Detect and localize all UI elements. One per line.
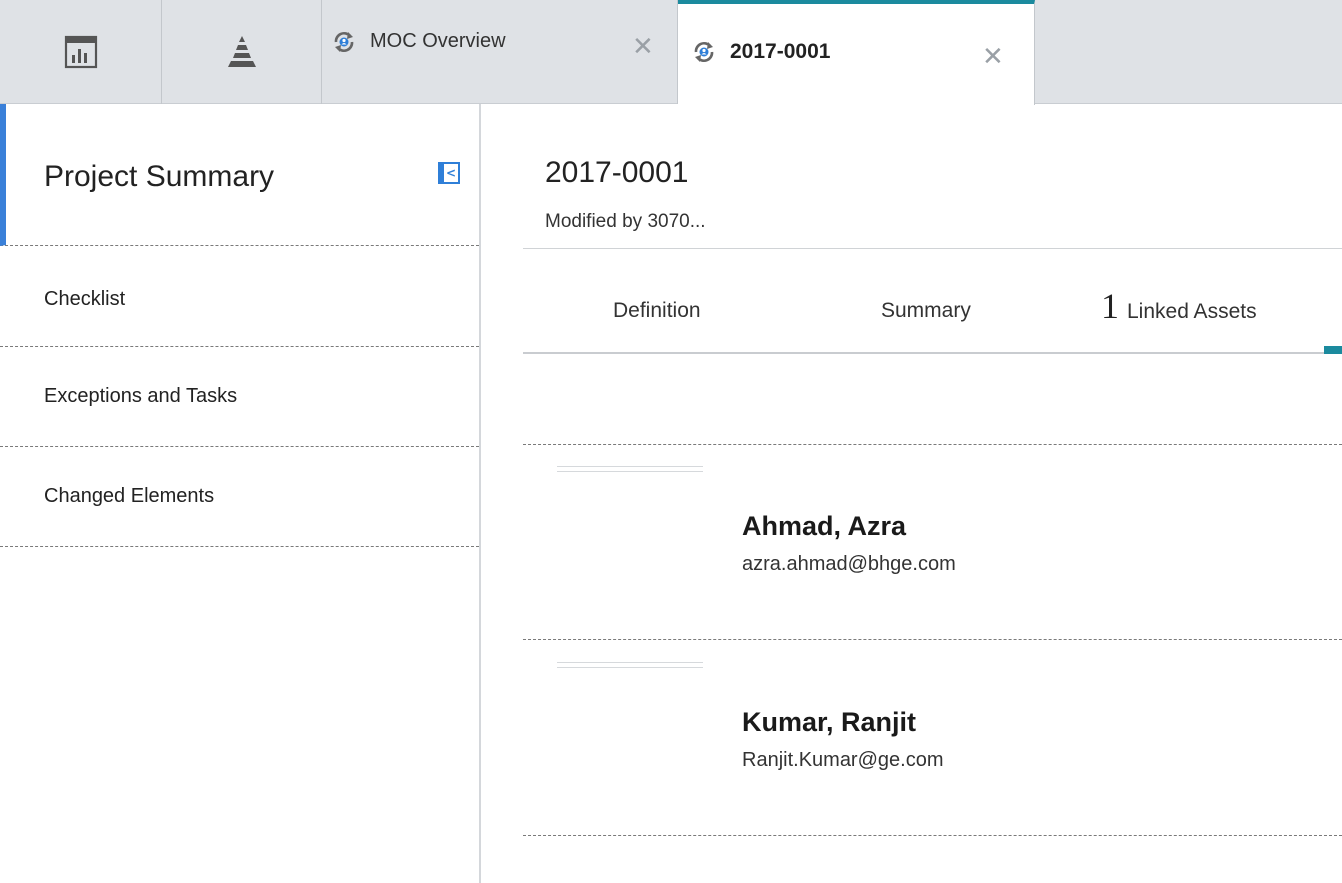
tab-moc-overview-label: MOC Overview [370,30,506,52]
sidebar-header: Project Summary < [0,104,479,246]
report-grid-icon [64,35,97,69]
close-icon[interactable]: ✕ [982,44,1004,70]
active-tab-indicator [1324,346,1342,354]
linked-assets-label: Linked Assets [1127,300,1257,323]
tab-pyramid[interactable] [162,0,322,104]
sidebar-item-label: Changed Elements [44,485,215,507]
drag-handle[interactable] [557,662,703,668]
chevron-left-icon: < [445,166,457,180]
main-content: 2017-0001 Modified by 3070... Definition… [483,104,1342,883]
person-email: Ranjit.Kumar@ge.com [742,749,944,771]
tab-moc-overview[interactable]: MOC Overview ✕ [322,0,678,104]
record-subtabs: Definition Summary 1 Linked Assets [523,249,1342,354]
sidebar-title: Project Summary [44,160,275,193]
tab-bar: MOC Overview ✕ 2017-0001 ✕ [0,0,1342,105]
list-item[interactable]: Ahmad, Azra azra.ahmad@bhge.com [523,445,1342,640]
person-name: Ahmad, Azra [742,511,907,541]
tab-record-2017-0001[interactable]: 2017-0001 ✕ [678,0,1035,105]
person-email: azra.ahmad@bhge.com [742,553,956,575]
moc-cycle-icon [334,31,354,53]
sidebar-item-checklist[interactable]: Checklist [0,246,479,347]
sidebar-item-label: Exceptions and Tasks [44,385,238,407]
pyramid-icon [227,36,256,67]
sidebar-item-exceptions-and-tasks[interactable]: Exceptions and Tasks [0,347,479,447]
sidebar-item-label: Checklist [44,288,126,310]
tab-record-label: 2017-0001 [730,40,831,63]
sidebar: Project Summary < Checklist Exceptions a… [0,104,481,883]
record-title: 2017-0001 [545,156,689,189]
close-icon[interactable]: ✕ [632,34,654,60]
list-item[interactable]: Kumar, Ranjit Ranjit.Kumar@ge.com [523,641,1342,836]
tab-definition[interactable]: Definition [613,299,701,323]
collapse-sidebar-button[interactable]: < [438,162,460,184]
moc-cycle-icon [694,41,714,63]
tab-linked-assets[interactable]: 1 Linked Assets [1101,285,1257,327]
person-name: Kumar, Ranjit [742,707,917,737]
tab-reports[interactable] [0,0,162,104]
record-modified-by: Modified by 3070... [545,211,706,232]
drag-handle[interactable] [557,466,703,472]
sidebar-item-changed-elements[interactable]: Changed Elements [0,447,479,547]
linked-assets-count: 1 [1101,286,1119,326]
tab-summary[interactable]: Summary [881,299,971,323]
